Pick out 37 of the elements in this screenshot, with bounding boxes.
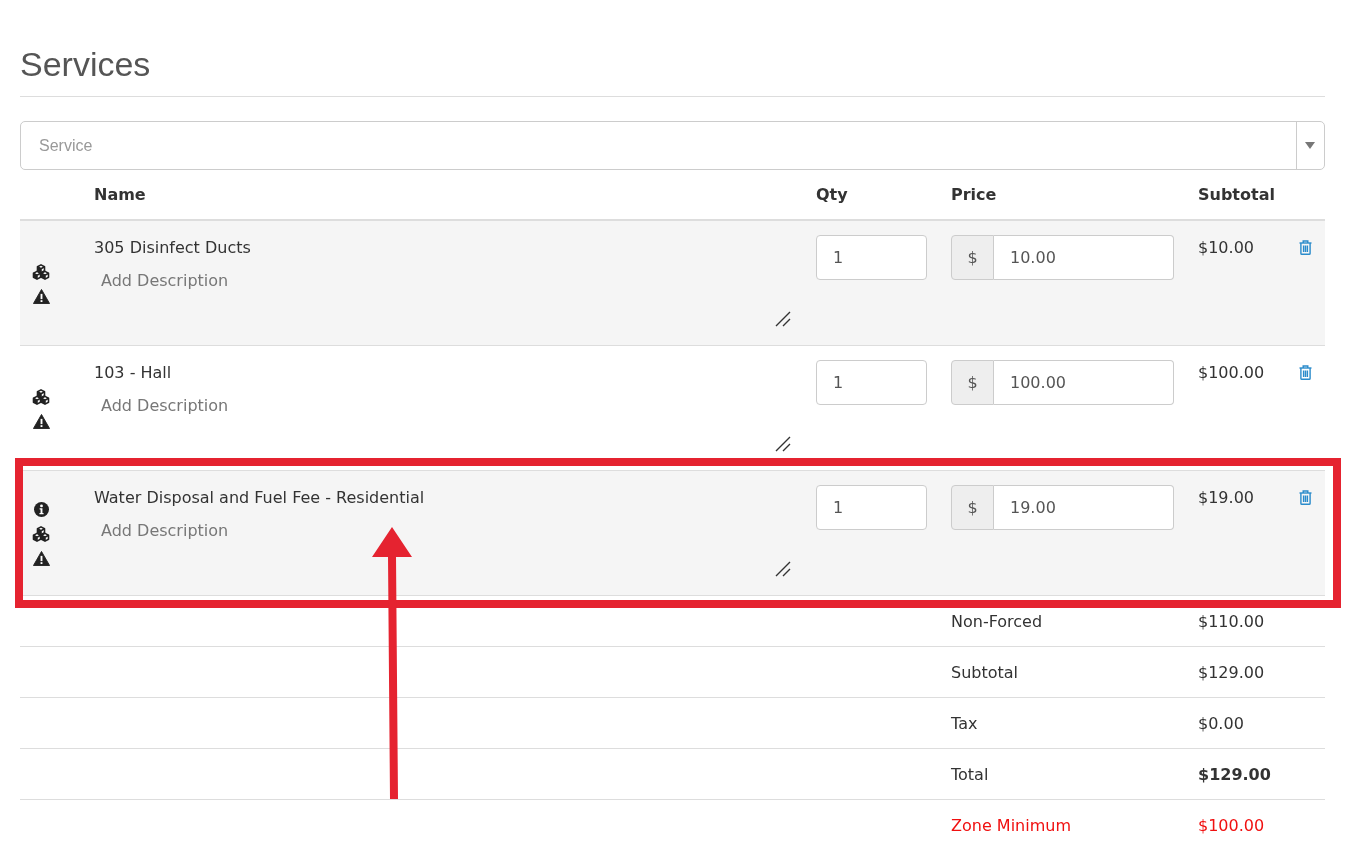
service-name: 305 Disinfect Ducts (94, 237, 251, 259)
total-value: $0.00 (1198, 713, 1245, 733)
price-input[interactable]: 10.00 (994, 235, 1174, 280)
total-value: $129.00 (1198, 764, 1272, 784)
total-value: $129.00 (1198, 662, 1266, 682)
trash-icon[interactable] (1299, 365, 1312, 380)
column-header: Subtotal (1198, 185, 1275, 204)
trash-icon[interactable] (1299, 240, 1312, 255)
total-value: $100.00 (1198, 815, 1266, 835)
resize-grip-icon[interactable] (775, 311, 791, 327)
column-header: Price (951, 185, 997, 204)
total-label: Tax (951, 713, 979, 733)
total-label: Total (951, 764, 990, 784)
trash-icon[interactable] (1299, 490, 1312, 505)
qty-input[interactable]: 1 (816, 235, 927, 280)
currency-addon: $ (951, 235, 994, 280)
total-label: Non-Forced (951, 611, 1044, 631)
price-input[interactable]: 19.00 (994, 485, 1174, 530)
price-input[interactable]: 100.00 (994, 360, 1174, 405)
qty-input[interactable]: 1 (816, 360, 927, 405)
line-subtotal: $10.00 (1198, 237, 1255, 259)
column-header: Qty (816, 185, 848, 204)
currency-addon: $ (951, 485, 994, 530)
total-label: Subtotal (951, 662, 1020, 682)
currency-addon: $ (951, 360, 994, 405)
qty-input[interactable]: 1 (816, 485, 927, 530)
resize-grip-icon[interactable] (775, 561, 791, 577)
line-subtotal: $100.00 (1198, 362, 1266, 384)
service-name: Water Disposal and Fuel Fee - Residential (94, 487, 425, 509)
caret-icon (1305, 142, 1315, 149)
column-header: Name (94, 185, 146, 204)
page-title: Services (20, 44, 151, 85)
total-label: Zone Minimum (951, 815, 1072, 835)
service-name: 103 - Hall (94, 362, 172, 384)
resize-grip-icon[interactable] (775, 436, 791, 452)
total-value: $110.00 (1198, 611, 1266, 631)
line-subtotal: $19.00 (1198, 487, 1255, 509)
